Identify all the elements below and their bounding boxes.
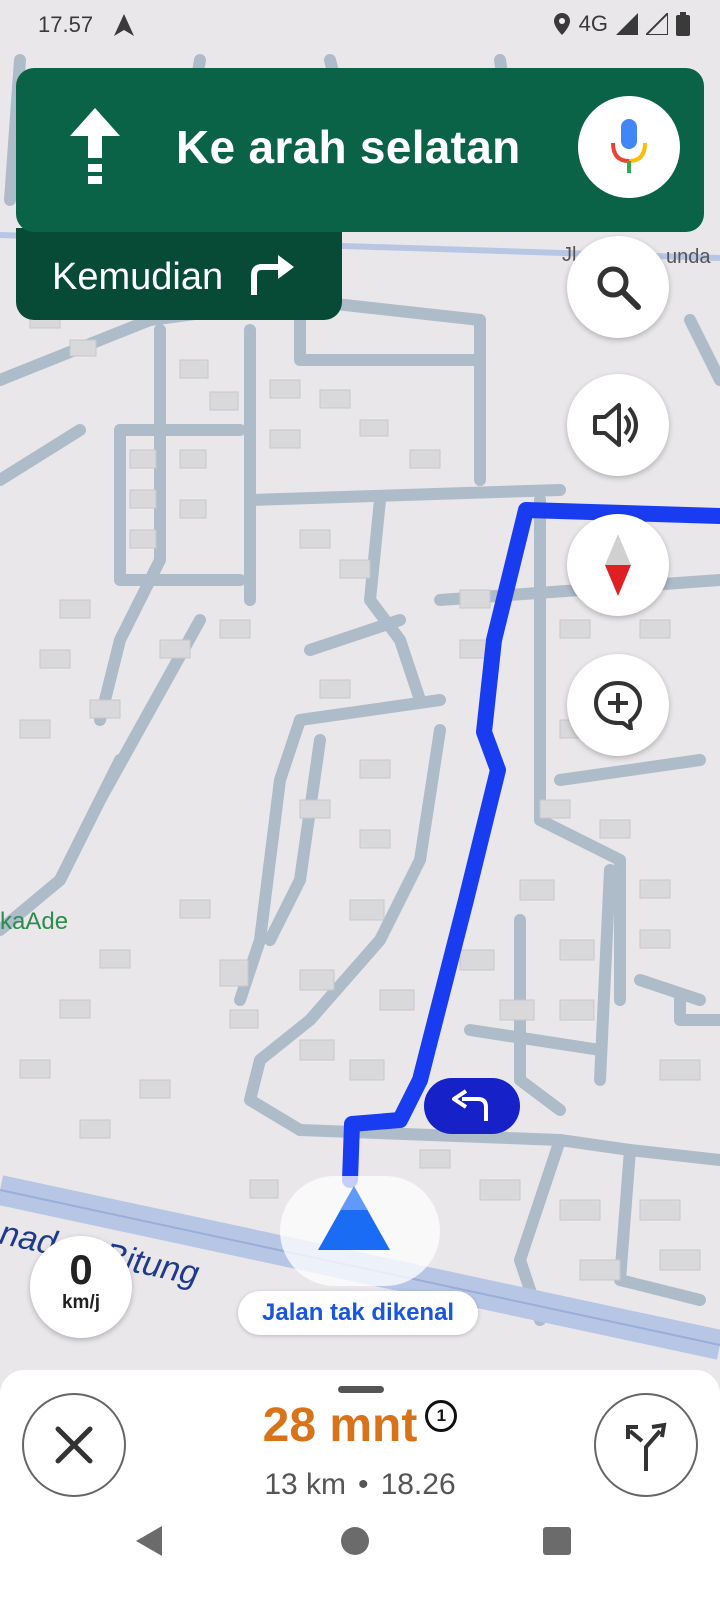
speedometer: 0 km/j (30, 1236, 132, 1338)
speed-value: 0 (69, 1246, 93, 1293)
navigation-status-icon (114, 14, 134, 36)
status-time: 17.57 (38, 12, 94, 37)
search-icon (597, 266, 641, 310)
instruction-text: Ke arah selatan (176, 121, 521, 173)
signal-icon-2 (646, 13, 668, 35)
straight-arrow-icon (70, 108, 120, 184)
compass-button[interactable] (567, 514, 669, 616)
volume-icon (593, 403, 638, 447)
current-street: Jalan tak dikenal (238, 1291, 479, 1335)
add-comment-icon (594, 681, 642, 730)
alternate-routes-badge: 1 (425, 1400, 458, 1432)
signal-icon (616, 13, 638, 35)
turn-left-icon (452, 1089, 488, 1121)
search-button[interactable] (567, 236, 669, 338)
compass-icon (605, 534, 631, 596)
turn-right-icon (251, 255, 294, 295)
then-label: Kemudian (52, 256, 224, 298)
sheet-handle[interactable] (338, 1386, 384, 1393)
status-icons: 4G (553, 11, 690, 37)
map-label-place: kaAde (0, 908, 69, 935)
trip-duration: 28 mnt (262, 1399, 418, 1452)
report-button[interactable] (567, 654, 669, 756)
navigation-arrow-icon (318, 1186, 390, 1250)
separator: • (358, 1468, 369, 1501)
upcoming-turn-chip (424, 1078, 520, 1134)
location-icon (553, 13, 570, 35)
sound-button[interactable] (567, 374, 669, 476)
alt-route-icon (626, 1422, 667, 1471)
recents-icon[interactable] (542, 1526, 572, 1556)
arrival-time: 18.26 (380, 1468, 456, 1501)
network-type: 4G (578, 11, 608, 36)
status-bar: 17.57 4G (0, 0, 720, 52)
mic-icon (611, 119, 647, 173)
map-label-road-top-2: unda (666, 246, 711, 268)
trip-distance: 13 km (264, 1468, 347, 1501)
voice-search-button[interactable] (578, 96, 680, 198)
alternate-routes-button[interactable] (594, 1393, 698, 1497)
home-icon[interactable] (340, 1526, 370, 1556)
system-navigation-bar (0, 1510, 720, 1600)
back-icon[interactable] (134, 1524, 164, 1558)
battery-icon (676, 12, 690, 36)
speed-unit: km/j (61, 1292, 101, 1313)
